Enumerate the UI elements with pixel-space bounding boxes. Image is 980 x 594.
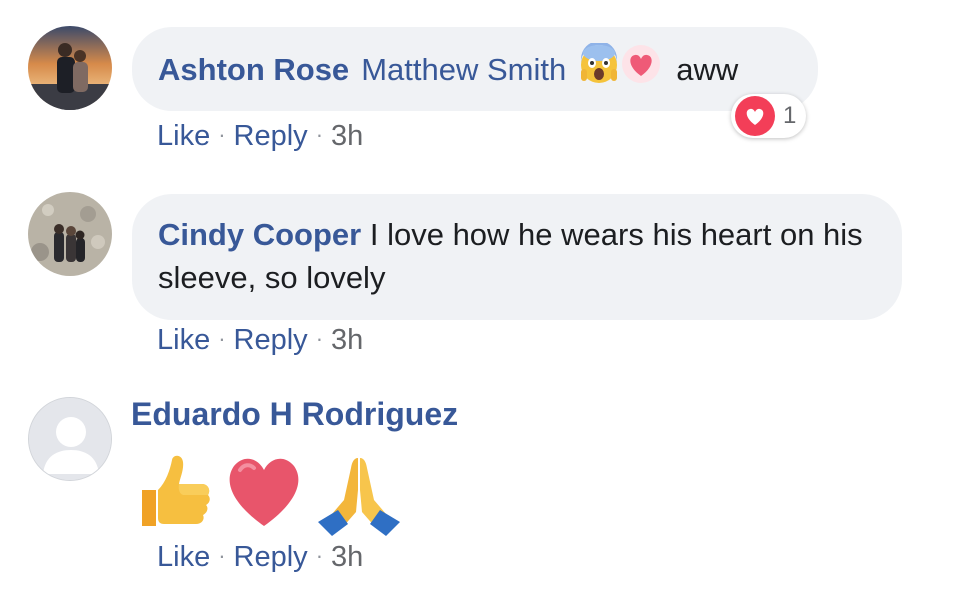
separator-dot: · [218,326,226,351]
like-link[interactable]: Like [157,541,210,573]
comment-actions: Like · Reply · 3h [157,324,363,357]
like-link[interactable]: Like [157,120,210,152]
separator-dot: · [315,543,324,568]
reaction-count: 1 [783,102,797,129]
default-profile-icon [29,398,111,480]
comment-actions: Like · Reply · 3h [157,541,363,574]
reply-link[interactable]: Reply [234,541,308,573]
reply-link[interactable]: Reply [234,324,308,356]
avatar[interactable] [28,397,112,481]
separator-dot: · [218,122,226,147]
reaction-count-badge[interactable]: 1 [731,94,807,138]
thumbs-up-emoji [132,450,214,541]
comment-ashton-rose: Ashton Rose Matthew Smith aww 1 Like · R… [0,0,980,170]
comment-author[interactable]: Ashton Rose [158,48,349,91]
comment-author[interactable]: Cindy Cooper [158,217,361,252]
timestamp[interactable]: 3h [331,541,363,573]
heart-emoji [620,43,662,96]
avatar[interactable] [28,26,112,110]
timestamp[interactable]: 3h [331,120,363,152]
praying-hands-emoji [314,450,404,541]
separator-dot: · [315,122,324,147]
comment-text: aww [676,51,739,87]
separator-dot: · [315,326,324,351]
comment-bubble: Ashton Rose Matthew Smith aww [132,27,818,111]
comment-bubble: Cindy Cooper I love how he wears his hea… [132,194,902,320]
reply-link[interactable]: Reply [234,120,308,152]
like-link[interactable]: Like [157,324,210,356]
avatar[interactable] [28,192,112,276]
love-reaction-icon [735,96,775,136]
comment-actions: Like · Reply · 3h [157,120,363,153]
timestamp[interactable]: 3h [331,324,363,356]
emoji-reply [132,450,404,541]
screaming-face-emoji [578,40,620,96]
comment-cindy-cooper: Cindy Cooper I love how he wears his hea… [0,170,980,380]
comment-author[interactable]: Eduardo H Rodriguez [131,396,458,433]
heart-emoji [220,450,308,541]
separator-dot: · [218,543,226,568]
tagged-user[interactable]: Matthew Smith [361,48,566,91]
